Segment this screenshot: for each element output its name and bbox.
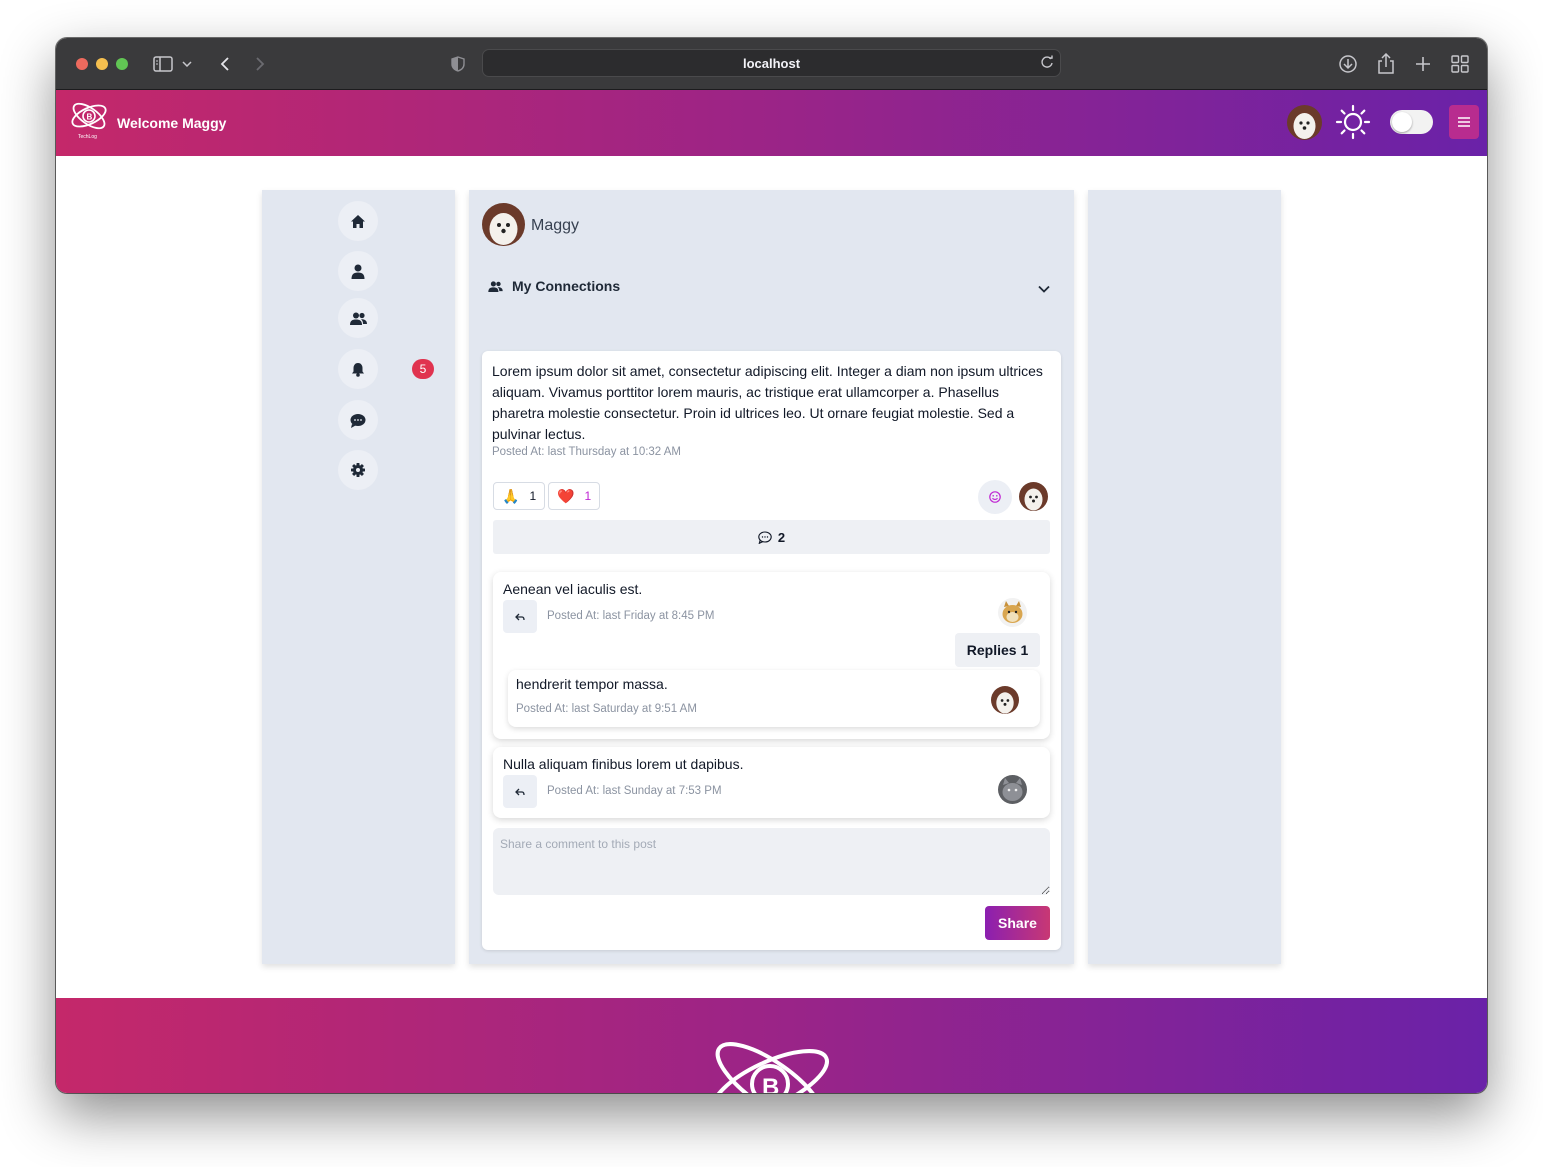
commenter-avatar[interactable]	[998, 775, 1027, 804]
comment-timestamp: Posted At: last Sunday at 7:53 PM	[547, 785, 722, 797]
replies-button[interactable]: Replies 1	[955, 633, 1040, 667]
app-logo[interactable]: B TechLog	[68, 97, 112, 146]
chevron-down-icon[interactable]	[180, 52, 194, 76]
feed-panel: Maggy My Connections Lorem ipsum dolor s…	[469, 190, 1074, 964]
comment-count: 2	[777, 529, 786, 545]
add-reaction-button[interactable]	[978, 480, 1012, 514]
new-tab-icon[interactable]	[1411, 52, 1435, 76]
privacy-shield-icon	[446, 52, 470, 76]
right-panel	[1088, 190, 1281, 964]
minimize-window-button[interactable]	[96, 58, 108, 70]
back-icon[interactable]	[213, 52, 237, 76]
comment-item: Nulla aliquam finibus lorem ut dapibus. …	[493, 747, 1050, 818]
profile-name: Maggy	[531, 217, 580, 234]
svg-text:B: B	[762, 1074, 779, 1093]
address-bar[interactable]: localhost	[482, 49, 1061, 77]
comment-timestamp: Posted At: last Friday at 8:45 PM	[547, 610, 715, 622]
browser-window: localhost B TechLog Welcome Maggy 5 Magg…	[56, 38, 1487, 1093]
forward-icon[interactable]	[248, 52, 272, 76]
chevron-down-icon[interactable]	[1038, 280, 1050, 298]
nav-notifications-button[interactable]	[338, 349, 378, 389]
comments-toggle[interactable]: 2	[493, 520, 1050, 554]
user-icon	[351, 264, 365, 279]
browser-toolbar: localhost	[56, 38, 1487, 90]
users-icon	[349, 312, 367, 325]
home-icon	[351, 214, 365, 228]
reaction-pray[interactable]: 🙏 1	[493, 482, 545, 510]
tab-overview-icon[interactable]	[1448, 52, 1472, 76]
download-icon[interactable]	[1336, 52, 1360, 76]
share-button[interactable]: Share	[985, 906, 1050, 940]
post-author-avatar[interactable]	[1019, 482, 1048, 511]
nav-messages-button[interactable]	[338, 400, 378, 440]
sun-icon[interactable]	[1335, 104, 1371, 145]
gear-icon	[351, 463, 365, 477]
comment-text: Nulla aliquam finibus lorem ut dapibus.	[503, 756, 744, 772]
commenter-avatar[interactable]	[998, 598, 1027, 627]
reaction-heart[interactable]: ❤️ 1	[548, 482, 600, 510]
theme-toggle[interactable]	[1390, 110, 1433, 134]
reload-icon[interactable]	[1040, 55, 1054, 72]
svg-text:B: B	[87, 113, 93, 122]
reaction-count: 1	[584, 489, 592, 503]
reply-button[interactable]	[503, 600, 537, 633]
menu-button[interactable]	[1449, 105, 1479, 139]
reply-button[interactable]	[503, 775, 537, 808]
reply-text: hendrerit tempor massa.	[516, 676, 668, 692]
comment-icon	[758, 530, 772, 544]
reaction-count: 1	[529, 489, 537, 503]
svg-text:TechLog: TechLog	[78, 134, 97, 140]
share-icon[interactable]	[1374, 52, 1398, 76]
toggle-knob	[1392, 112, 1412, 132]
reply-author-avatar[interactable]	[991, 686, 1019, 714]
notification-badge: 5	[412, 359, 434, 379]
left-nav-panel: 5	[262, 190, 455, 964]
app-header: B TechLog Welcome Maggy	[56, 90, 1487, 156]
footer: B	[56, 998, 1487, 1093]
footer-logo: B	[706, 1032, 838, 1093]
url-text: localhost	[742, 55, 801, 71]
chat-icon	[350, 413, 366, 428]
nav-settings-button[interactable]	[338, 450, 378, 490]
reply-icon	[515, 613, 525, 620]
nav-profile-button[interactable]	[338, 251, 378, 291]
pray-emoji-icon: 🙏	[502, 487, 520, 504]
close-window-button[interactable]	[76, 58, 88, 70]
reply-icon	[515, 788, 525, 795]
post-timestamp: Posted At: last Thursday at 10:32 AM	[492, 446, 682, 458]
post-card: Lorem ipsum dolor sit amet, consectetur …	[482, 351, 1061, 950]
user-avatar[interactable]	[1287, 105, 1322, 140]
users-icon	[488, 280, 503, 292]
comment-item: Aenean vel iaculis est. Posted At: last …	[493, 572, 1050, 739]
share-comment-input[interactable]	[493, 828, 1050, 895]
nav-connections-button[interactable]	[338, 298, 378, 338]
bell-icon	[352, 362, 364, 377]
smile-icon	[989, 491, 1001, 503]
sidebar-toggle-icon[interactable]	[151, 52, 175, 76]
welcome-text: Welcome Maggy	[117, 115, 227, 131]
connections-label: My Connections	[512, 278, 621, 294]
profile-avatar[interactable]	[482, 203, 525, 246]
comment-text: Aenean vel iaculis est.	[503, 581, 643, 597]
zoom-window-button[interactable]	[116, 58, 128, 70]
nav-home-button[interactable]	[338, 201, 378, 241]
post-body: Lorem ipsum dolor sit amet, consectetur …	[492, 363, 1043, 442]
reply-timestamp: Posted At: last Saturday at 9:51 AM	[516, 703, 697, 715]
reply-item: hendrerit tempor massa. Posted At: last …	[508, 670, 1040, 727]
connections-dropdown[interactable]: My Connections	[488, 276, 1056, 296]
hamburger-icon	[1458, 117, 1470, 127]
heart-emoji-icon: ❤️	[557, 487, 575, 504]
